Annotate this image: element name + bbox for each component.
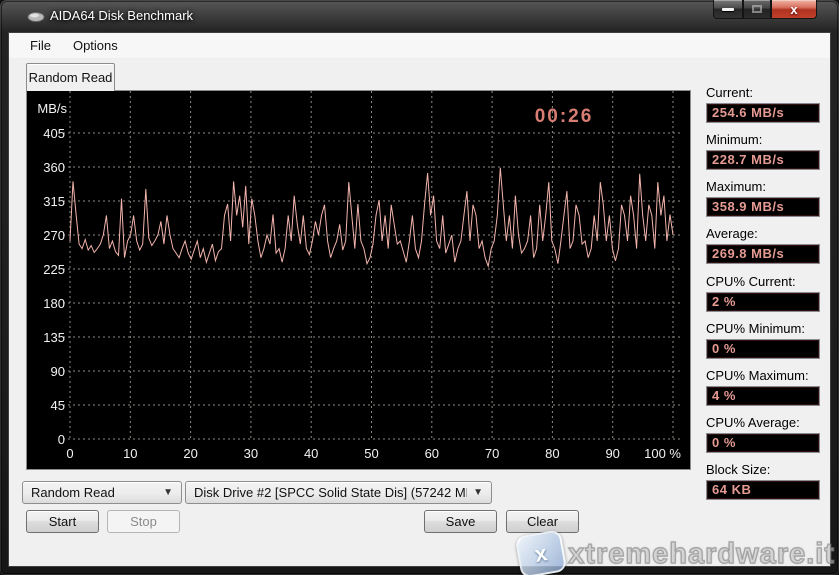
chevron-down-icon: ▼ bbox=[163, 487, 173, 498]
title-bar[interactable]: AIDA64 Disk Benchmark x bbox=[0, 0, 839, 32]
stat-minimum: Minimum: 228.7 MB/s bbox=[706, 132, 820, 170]
close-icon: x bbox=[790, 3, 797, 16]
x-axis-label: 80 bbox=[545, 446, 559, 461]
benchmark-type-dropdown[interactable]: Random Read ▼ bbox=[22, 481, 182, 504]
minimize-icon bbox=[722, 8, 734, 11]
tab-random-read[interactable]: Random Read bbox=[26, 63, 115, 91]
x-axis-label: 90 bbox=[605, 446, 619, 461]
stat-value: 228.7 MB/s bbox=[706, 150, 820, 170]
benchmark-type-value: Random Read bbox=[31, 485, 157, 500]
chevron-down-icon: ▼ bbox=[473, 487, 483, 498]
stat-current: Current: 254.6 MB/s bbox=[706, 85, 820, 123]
stat-maximum: Maximum: 358.9 MB/s bbox=[706, 179, 820, 217]
stat-label: CPU% Current: bbox=[706, 274, 820, 289]
benchmark-chart: 0 10 20 30 40 50 60 70 80 90 100 % 405 360 315 270 225 1… bbox=[27, 91, 690, 469]
y-axis-label: 0 bbox=[58, 432, 65, 447]
stat-value: 2 % bbox=[706, 292, 820, 312]
x-axis-label: 50 bbox=[364, 446, 378, 461]
window-title: AIDA64 Disk Benchmark bbox=[50, 8, 193, 23]
stat-label: Maximum: bbox=[706, 179, 820, 194]
stat-label: CPU% Minimum: bbox=[706, 321, 820, 336]
app-window: AIDA64 Disk Benchmark x File Options Ran… bbox=[0, 0, 839, 575]
stat-average: Average: 269.8 MB/s bbox=[706, 226, 820, 264]
stat-label: CPU% Average: bbox=[706, 415, 820, 430]
clear-button[interactable]: Clear bbox=[506, 510, 579, 533]
menu-file[interactable]: File bbox=[21, 35, 60, 56]
y-axis-label: 315 bbox=[43, 194, 65, 209]
stat-label: Minimum: bbox=[706, 132, 820, 147]
y-axis-label: 405 bbox=[43, 126, 65, 141]
stat-value: 254.6 MB/s bbox=[706, 103, 820, 123]
stat-label: Current: bbox=[706, 85, 820, 100]
x-axis-label: 60 bbox=[425, 446, 439, 461]
stats-panel: Current: 254.6 MB/s Minimum: 228.7 MB/s … bbox=[706, 85, 820, 509]
y-axis-label: 270 bbox=[43, 228, 65, 243]
x-axis-label: 0 bbox=[66, 446, 73, 461]
y-axis-label: 90 bbox=[51, 364, 65, 379]
save-button[interactable]: Save bbox=[424, 510, 497, 533]
stop-button: Stop bbox=[107, 510, 180, 533]
stat-block-size: Block Size: 64 KB bbox=[706, 462, 820, 500]
client-area: File Options Random Read 010203040506070… bbox=[8, 32, 831, 567]
start-button[interactable]: Start bbox=[26, 510, 99, 533]
y-axis-label: 45 bbox=[51, 398, 65, 413]
stat-value: 269.8 MB/s bbox=[706, 244, 820, 264]
y-axis-label: 360 bbox=[43, 160, 65, 175]
x-axis-label: 30 bbox=[244, 446, 258, 461]
maximize-icon bbox=[752, 5, 762, 13]
chart-panel: 0 10 20 30 40 50 60 70 80 90 100 % 405 360 315 270 225 1… bbox=[26, 90, 691, 470]
close-button[interactable]: x bbox=[771, 0, 817, 19]
stat-label: CPU% Maximum: bbox=[706, 368, 820, 383]
app-icon bbox=[27, 9, 45, 23]
x-axis-label: 10 bbox=[123, 446, 137, 461]
y-axis-label: 180 bbox=[43, 296, 65, 311]
stat-label: Block Size: bbox=[706, 462, 820, 477]
x-axis-label: 100 % bbox=[644, 446, 681, 461]
stat-value: 0 % bbox=[706, 433, 820, 453]
window-controls: x bbox=[713, 0, 817, 19]
menu-options[interactable]: Options bbox=[64, 35, 127, 56]
stat-label: Average: bbox=[706, 226, 820, 241]
y-axis-unit-label: MB/s bbox=[37, 101, 67, 116]
stat-cpu-maximum: CPU% Maximum: 4 % bbox=[706, 368, 820, 406]
stat-value: 64 KB bbox=[706, 480, 820, 500]
stat-cpu-current: CPU% Current: 2 % bbox=[706, 274, 820, 312]
drive-value: Disk Drive #2 [SPCC Solid State Dis] (57… bbox=[194, 485, 467, 500]
stat-cpu-average: CPU% Average: 0 % bbox=[706, 415, 820, 453]
minimize-button[interactable] bbox=[713, 0, 743, 19]
y-axis-label: 135 bbox=[43, 330, 65, 345]
x-axis-label: 20 bbox=[183, 446, 197, 461]
x-axis-label: 40 bbox=[304, 446, 318, 461]
maximize-button bbox=[743, 0, 771, 19]
x-axis-label: 70 bbox=[485, 446, 499, 461]
stat-cpu-minimum: CPU% Minimum: 0 % bbox=[706, 321, 820, 359]
elapsed-timer: 00:26 bbox=[535, 106, 594, 127]
drive-dropdown[interactable]: Disk Drive #2 [SPCC Solid State Dis] (57… bbox=[185, 481, 492, 504]
stat-value: 4 % bbox=[706, 386, 820, 406]
y-axis-label: 225 bbox=[43, 262, 65, 277]
stat-value: 0 % bbox=[706, 339, 820, 359]
menu-bar: File Options bbox=[9, 33, 830, 59]
stat-value: 358.9 MB/s bbox=[706, 197, 820, 217]
